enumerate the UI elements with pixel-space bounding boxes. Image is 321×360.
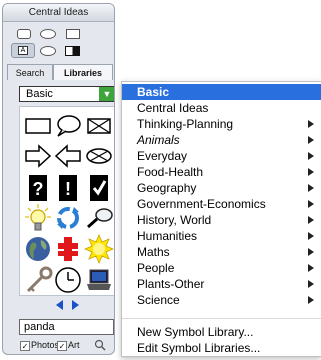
submenu-arrow-icon <box>308 248 314 256</box>
library-popup-value: Basic <box>26 88 53 100</box>
menu-item-humanities[interactable]: Humanities <box>122 228 321 244</box>
menu-item-government-economics[interactable]: Government-Economics <box>122 196 321 212</box>
menu-item-label: Food-Health <box>137 165 204 179</box>
svg-text:?: ? <box>33 179 44 199</box>
menu-item-label: Government-Economics <box>137 197 266 211</box>
submenu-arrow-icon <box>308 136 314 144</box>
menu-item-label: Humanities <box>137 229 198 243</box>
crossed-box-icon[interactable] <box>84 111 114 141</box>
crossed-oval-icon[interactable] <box>84 141 114 171</box>
menu-item-basic[interactable]: Basic <box>122 84 321 100</box>
tab-search[interactable]: Search <box>7 64 53 80</box>
submenu-arrow-icon <box>308 200 314 208</box>
menu-item-label: Central Ideas <box>137 101 209 115</box>
submenu-arrow-icon <box>308 152 314 160</box>
menu-item-label: Geography <box>137 181 197 195</box>
menu-item-everyday[interactable]: Everyday <box>122 148 321 164</box>
symbol-page-nav <box>50 300 90 310</box>
menu-item-label: Plants-Other <box>137 277 205 291</box>
menu-item-people[interactable]: People <box>122 260 321 276</box>
svg-text:!: ! <box>65 179 71 199</box>
question-mark-icon[interactable]: ? <box>23 173 53 203</box>
next-page-icon[interactable] <box>72 300 79 310</box>
menu-item-plants-other[interactable]: Plants-Other <box>122 276 321 292</box>
menu-item-label: Basic <box>137 85 170 99</box>
recycle-arrows-icon[interactable] <box>53 203 83 233</box>
speech-bubble-icon[interactable] <box>53 111 83 141</box>
menu-item-geography[interactable]: Geography <box>122 180 321 196</box>
panel-title: Central Ideas <box>3 4 114 22</box>
menu-item-food-health[interactable]: Food-Health <box>122 164 321 180</box>
rounded-rectangle-shape-button[interactable] <box>17 29 31 39</box>
previous-page-icon[interactable] <box>56 300 63 310</box>
menu-item-label: Animals <box>137 133 180 147</box>
tab-libraries[interactable]: Libraries <box>53 64 113 80</box>
menu-item-label: Maths <box>137 245 170 259</box>
check-mark-icon[interactable] <box>84 173 114 203</box>
library-dropdown-menu: Basic Central Ideas Thinking-Planning An… <box>121 81 321 357</box>
menu-item-label: Edit Symbol Libraries... <box>137 341 261 355</box>
checkbox-check-icon: ✓ <box>20 341 30 351</box>
symbol-grid: ? ! <box>19 106 114 296</box>
earth-globe-icon[interactable] <box>23 234 53 264</box>
laptop-icon[interactable] <box>84 265 114 295</box>
red-cross-icon[interactable] <box>53 234 83 264</box>
submenu-arrow-icon <box>308 264 314 272</box>
symbol-search-input[interactable]: panda <box>19 319 114 335</box>
menu-item-animals[interactable]: Animals <box>122 132 321 148</box>
menu-item-label: Thinking-Planning <box>137 117 234 131</box>
menu-item-thinking-planning[interactable]: Thinking-Planning <box>122 116 321 132</box>
checkbox-check-icon: ✓ <box>57 341 67 351</box>
menu-item-new-symbol-library[interactable]: New Symbol Library... <box>122 324 321 340</box>
exclamation-mark-icon[interactable]: ! <box>53 173 83 203</box>
submenu-arrow-icon <box>308 216 314 224</box>
menu-item-history-world[interactable]: History, World <box>122 212 321 228</box>
clock-icon[interactable] <box>53 265 83 295</box>
magnifying-glass-icon[interactable] <box>84 203 114 233</box>
menu-item-label: Everyday <box>137 149 188 163</box>
submenu-arrow-icon <box>308 296 314 304</box>
chevron-down-icon: ▼ <box>99 87 114 101</box>
submenu-arrow-icon <box>308 232 314 240</box>
rectangle-shape-icon[interactable] <box>23 111 53 141</box>
menu-item-science[interactable]: Science <box>122 292 321 308</box>
photos-filter-checkbox[interactable]: ✓ Photos <box>20 339 59 351</box>
submenu-arrow-icon <box>308 280 314 288</box>
menu-item-maths[interactable]: Maths <box>122 244 321 260</box>
text-frame-button[interactable]: A <box>11 43 35 58</box>
symbol-palette-panel: Central Ideas A Search Libraries Basic ▼… <box>2 3 115 355</box>
menu-item-label: New Symbol Library... <box>137 325 254 339</box>
text-frame-icon: A <box>18 46 28 55</box>
light-bulb-icon[interactable] <box>23 203 53 233</box>
menu-separator <box>122 318 321 319</box>
submenu-arrow-icon <box>308 184 314 192</box>
menu-item-label: People <box>137 261 175 275</box>
submenu-arrow-icon <box>308 168 314 176</box>
menu-item-central-ideas[interactable]: Central Ideas <box>122 100 321 116</box>
menu-item-edit-symbol-libraries[interactable]: Edit Symbol Libraries... <box>122 340 321 356</box>
fill-toggle-button[interactable] <box>65 46 80 56</box>
submenu-arrow-icon <box>308 120 314 128</box>
sun-icon[interactable] <box>84 234 114 264</box>
menu-item-label: History, World <box>137 213 212 227</box>
search-icon[interactable] <box>94 339 106 351</box>
art-filter-checkbox[interactable]: ✓ Art <box>57 339 80 351</box>
menu-item-label: Science <box>137 293 180 307</box>
library-popup-menu[interactable]: Basic ▼ <box>19 86 114 102</box>
key-icon[interactable] <box>23 265 53 295</box>
oval-shape-button[interactable] <box>40 29 56 39</box>
art-filter-label: Art <box>68 340 80 350</box>
photos-filter-label: Photos <box>31 340 60 350</box>
left-arrow-icon[interactable] <box>53 141 83 171</box>
oval-outline-button[interactable] <box>40 46 56 56</box>
right-arrow-icon[interactable] <box>23 141 53 171</box>
square-shape-button[interactable] <box>66 29 80 39</box>
